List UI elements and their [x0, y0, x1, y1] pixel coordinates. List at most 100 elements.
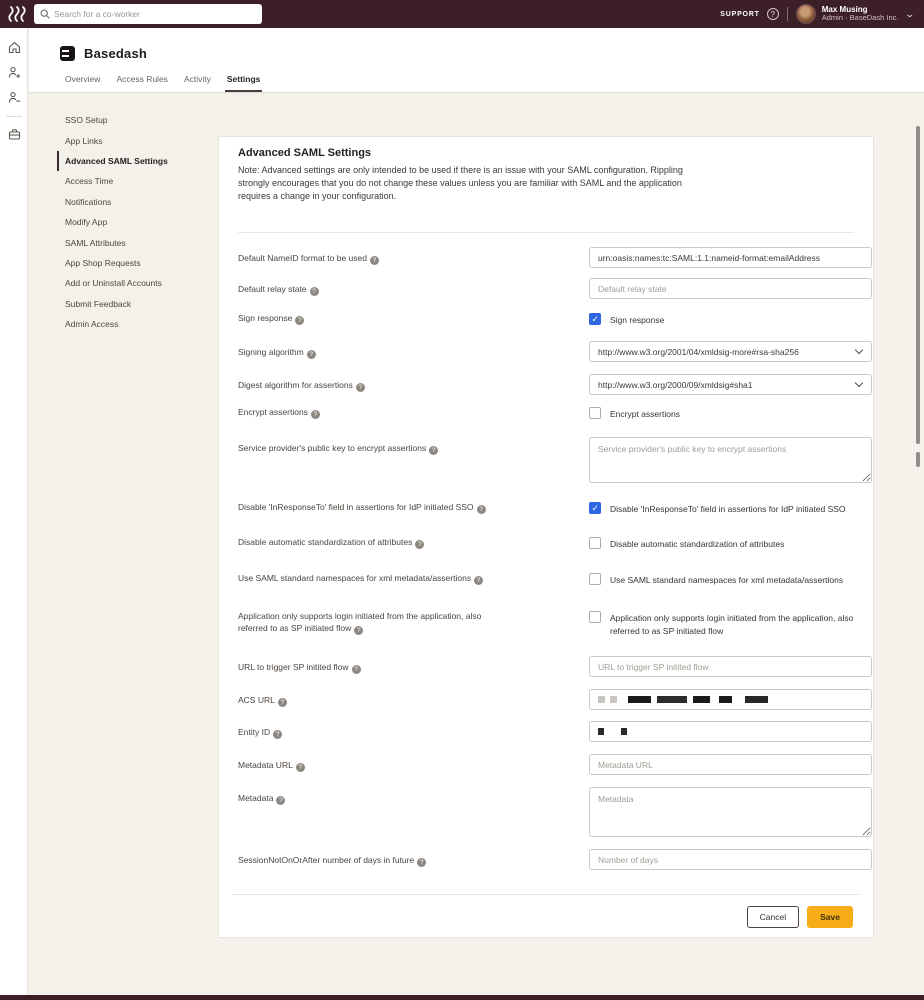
tab-activity[interactable]: Activity	[184, 68, 211, 92]
field-label: Disable automatic standardization of att…	[238, 537, 412, 547]
field-label: Default relay state	[238, 284, 307, 294]
saml-namespaces-checkbox[interactable]	[589, 573, 601, 585]
tab-overview[interactable]: Overview	[65, 68, 100, 92]
action-buttons: Cancel Save	[747, 906, 853, 928]
sidebar-item-admin-access[interactable]: Admin Access	[57, 314, 215, 334]
sidebar-item-add-or-uninstall-accounts[interactable]: Add or Uninstall Accounts	[57, 273, 215, 293]
scrollbar-nub[interactable]	[916, 452, 920, 467]
help-icon[interactable]: ?	[273, 730, 282, 739]
scrollbar-thumb[interactable]	[916, 126, 920, 444]
help-icon[interactable]: ?	[474, 576, 483, 585]
checkbox-label: Application only supports login initiate…	[610, 611, 865, 637]
help-icon[interactable]: ?	[310, 287, 319, 296]
panel-note: Note: Advanced settings are only intende…	[238, 164, 690, 202]
help-icon[interactable]: ?	[352, 665, 361, 674]
field-label: Entity ID	[238, 727, 270, 737]
chevron-down-icon	[855, 379, 863, 387]
sidebar-item-sso-setup[interactable]: SSO Setup	[57, 110, 215, 130]
sidebar-item-access-time[interactable]: Access Time	[57, 171, 215, 191]
help-icon[interactable]: ?	[429, 446, 438, 455]
sp-public-key-textarea[interactable]	[589, 437, 872, 483]
signing-algorithm-select[interactable]: http://www.w3.org/2001/04/xmldsig-more#r…	[589, 341, 872, 362]
tab-access-rules[interactable]: Access Rules	[116, 68, 168, 92]
page-header: Basedash Overview Access Rules Activity …	[29, 28, 924, 93]
remove-user-icon[interactable]	[0, 89, 28, 105]
redacted-text-block	[657, 696, 687, 703]
session-days-input[interactable]	[589, 849, 872, 870]
field-label: Encrypt assertions	[238, 407, 308, 417]
user-info[interactable]: Max Musing Admin · BaseDash Inc.	[822, 5, 899, 23]
checkbox-label: Use SAML standard namespaces for xml met…	[610, 573, 843, 587]
help-icon[interactable]: ?	[354, 626, 363, 635]
add-user-icon[interactable]	[0, 64, 28, 80]
metadata-url-input[interactable]	[589, 754, 872, 775]
help-icon[interactable]: ?	[278, 698, 287, 707]
help-icon[interactable]: ?	[307, 350, 316, 359]
divider	[6, 116, 22, 117]
help-icon[interactable]: ?	[296, 763, 305, 772]
tab-settings[interactable]: Settings	[227, 68, 261, 92]
field-label: SessionNotOnOrAfter number of days in fu…	[238, 855, 414, 865]
support-link[interactable]: SUPPORT	[720, 11, 759, 18]
help-icon[interactable]: ?	[311, 410, 320, 419]
help-icon[interactable]: ?	[276, 796, 285, 805]
help-icon[interactable]: ?	[370, 256, 379, 265]
redacted-text-block	[598, 696, 605, 703]
settings-sidebar: SSO Setup App Links Advanced SAML Settin…	[57, 110, 215, 334]
chevron-down-icon[interactable]: ⌄	[905, 9, 916, 20]
cancel-button[interactable]: Cancel	[747, 906, 799, 928]
digest-algorithm-select[interactable]: http://www.w3.org/2000/09/xmldsig#sha1	[589, 374, 872, 395]
sidebar-item-notifications[interactable]: Notifications	[57, 192, 215, 212]
tab-bar: Overview Access Rules Activity Settings	[65, 68, 276, 92]
sign-response-checkbox[interactable]	[589, 313, 601, 325]
search-icon	[40, 9, 50, 19]
field-label: Metadata	[238, 793, 273, 803]
briefcase-icon[interactable]	[0, 126, 28, 142]
encrypt-assertions-checkbox[interactable]	[589, 407, 601, 419]
help-icon[interactable]: ?	[295, 316, 304, 325]
field-label: Sign response	[238, 313, 292, 323]
advanced-saml-settings-panel: Advanced SAML Settings Note: Advanced se…	[218, 136, 874, 938]
disable-standardization-checkbox[interactable]	[589, 537, 601, 549]
redacted-text-block	[610, 696, 617, 703]
avatar[interactable]	[796, 4, 816, 24]
help-icon[interactable]: ?	[477, 505, 486, 514]
divider	[238, 232, 854, 233]
sidebar-item-saml-attributes[interactable]: SAML Attributes	[57, 232, 215, 252]
redacted-text-block	[693, 696, 710, 703]
app-root: SUPPORT ? Max Musing Admin · BaseDash In…	[0, 0, 924, 1000]
redacted-text-block	[628, 696, 651, 703]
checkbox-label: Disable automatic standardization of att…	[610, 537, 784, 551]
field-label: ACS URL	[238, 695, 275, 705]
relay-state-input[interactable]	[589, 278, 872, 299]
help-icon[interactable]: ?	[415, 540, 424, 549]
field-label: Metadata URL	[238, 760, 293, 770]
entity-id-input[interactable]	[589, 721, 872, 742]
search-input[interactable]	[54, 9, 239, 19]
sidebar-item-submit-feedback[interactable]: Submit Feedback	[57, 294, 215, 314]
nameid-input[interactable]	[589, 247, 872, 268]
sidebar-item-app-shop-requests[interactable]: App Shop Requests	[57, 253, 215, 273]
disable-inresponseto-checkbox[interactable]	[589, 502, 601, 514]
sp-url-input[interactable]	[589, 656, 872, 677]
left-icon-rail	[0, 28, 28, 995]
save-button[interactable]: Save	[807, 906, 853, 928]
rippling-logo-icon[interactable]	[8, 6, 28, 22]
chevron-down-icon	[855, 346, 863, 354]
help-icon[interactable]: ?	[356, 383, 365, 392]
sp-initiated-only-checkbox[interactable]	[589, 611, 601, 623]
sidebar-item-modify-app[interactable]: Modify App	[57, 212, 215, 232]
window-bottom-edge	[0, 995, 924, 1000]
help-icon[interactable]: ?	[417, 858, 426, 867]
field-label: Signing algorithm	[238, 347, 304, 357]
sidebar-item-advanced-saml-settings[interactable]: Advanced SAML Settings	[57, 151, 215, 171]
page-title: Basedash	[84, 46, 147, 61]
checkbox-label: Disable 'InResponseTo' field in assertio…	[610, 502, 846, 516]
metadata-textarea[interactable]	[589, 787, 872, 837]
home-icon[interactable]	[0, 39, 28, 55]
help-circle-icon[interactable]: ?	[767, 8, 779, 20]
sidebar-item-app-links[interactable]: App Links	[57, 130, 215, 150]
checkbox-label: Sign response	[610, 313, 664, 327]
acs-url-input[interactable]	[589, 689, 872, 710]
topbar: SUPPORT ? Max Musing Admin · BaseDash In…	[0, 0, 924, 28]
